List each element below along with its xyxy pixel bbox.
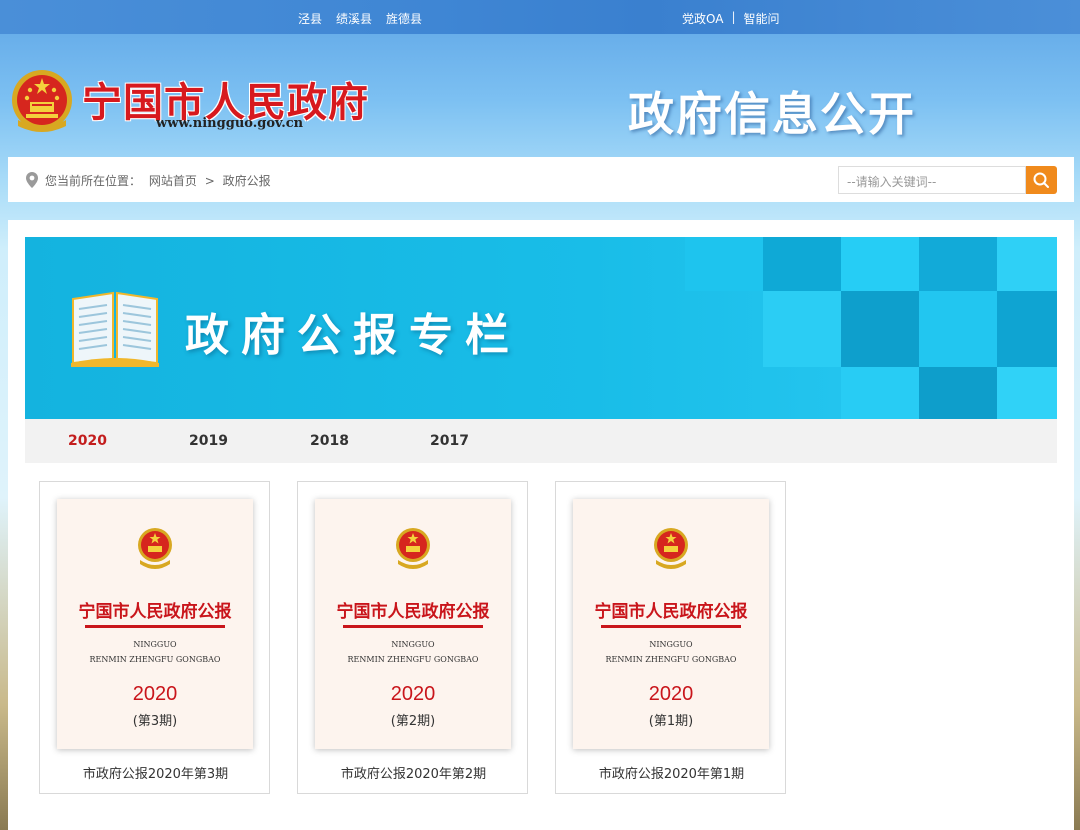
cover-divider	[601, 625, 741, 628]
bulletin-cover[interactable]: 宁国市人民政府公报 NINGGUO RENMIN ZHENGFU GONGBAO…	[573, 499, 769, 749]
banner-tile	[919, 237, 997, 291]
top-bar: 泾县 绩溪县 旌德县 党政OA | 智能问	[0, 0, 1080, 34]
bulletin-card[interactable]: 宁国市人民政府公报 NINGGUO RENMIN ZHENGFU GONGBAO…	[555, 481, 786, 794]
tab-2020[interactable]: 2020	[68, 433, 107, 449]
bulletin-card[interactable]: 宁国市人民政府公报 NINGGUO RENMIN ZHENGFU GONGBAO…	[39, 481, 270, 794]
county-link-jingxian[interactable]: 泾县	[298, 10, 322, 27]
breadcrumb-current[interactable]: 政府公报	[223, 174, 271, 188]
search-button[interactable]	[1026, 166, 1057, 194]
cover-english-line2: RENMIN ZHENGFU GONGBAO	[347, 655, 479, 664]
bulletin-cover[interactable]: 宁国市人民政府公报 NINGGUO RENMIN ZHENGFU GONGBAO…	[315, 499, 511, 749]
cover-english-line2: RENMIN ZHENGFU GONGBAO	[605, 655, 737, 664]
cover-english-line1: NINGGUO	[649, 640, 693, 649]
search-icon	[1033, 172, 1049, 188]
county-link-jingdexian[interactable]: 旌德县	[386, 10, 422, 27]
national-emblem-icon	[138, 528, 172, 569]
smart-qa-link[interactable]: 智能问	[744, 10, 780, 27]
national-emblem-icon	[12, 70, 72, 132]
cover-english-line1: NINGGUO	[391, 640, 435, 649]
cover-title: 宁国市人民政府公报	[336, 602, 490, 622]
tab-2017[interactable]: 2017	[430, 433, 469, 449]
open-book-icon	[71, 291, 159, 367]
banner-tile	[997, 291, 1057, 367]
banner-tile	[997, 237, 1057, 291]
county-links: 泾县 绩溪县 旌德县	[298, 10, 422, 27]
banner-tile	[763, 291, 841, 367]
banner-tile	[919, 291, 997, 367]
bulletin-banner: 政府公报专栏	[25, 237, 1057, 419]
top-link-separator: |	[731, 10, 736, 24]
national-emblem-icon	[654, 528, 688, 569]
card-caption-link[interactable]: 市政府公报2020年第2期	[298, 763, 529, 782]
year-tabs: 2020 2019 2018 2017	[25, 419, 1057, 463]
cover-divider	[85, 625, 225, 628]
banner-tile	[997, 367, 1057, 419]
banner-tile	[685, 237, 763, 291]
top-links: 党政OA | 智能问	[682, 10, 780, 27]
banner-tile	[841, 367, 919, 419]
main-panel: 政府公报专栏 2020 2019 2018 2017 宁国市人民政府公报 NIN…	[8, 220, 1074, 830]
bulletin-cover[interactable]: 宁国市人民政府公报 NINGGUO RENMIN ZHENGFU GONGBAO…	[57, 499, 253, 749]
breadcrumb-label: 您当前所在位置：	[45, 174, 142, 188]
section-title: 政府信息公开	[628, 87, 916, 141]
cover-issue: (第3期)	[132, 714, 178, 729]
cover-title: 宁国市人民政府公报	[594, 602, 748, 622]
cover-issue: (第1期)	[648, 714, 694, 729]
search-input[interactable]: --请输入关键词--	[838, 166, 1026, 194]
banner-tile	[919, 367, 997, 419]
location-bar: 您当前所在位置： 网站首页 > 政府公报 --请输入关键词--	[8, 157, 1074, 202]
card-caption-link[interactable]: 市政府公报2020年第1期	[556, 763, 787, 782]
breadcrumb-arrow: >	[204, 174, 215, 188]
breadcrumb: 您当前所在位置： 网站首页 > 政府公报	[45, 172, 275, 189]
bulletin-card[interactable]: 宁国市人民政府公报 NINGGUO RENMIN ZHENGFU GONGBAO…	[297, 481, 528, 794]
cover-year: 2020	[132, 683, 178, 705]
site-header: 宁国市人民政府 www.ningguo.gov.cn 政府信息公开	[0, 34, 1080, 156]
cover-issue: (第2期)	[390, 714, 436, 729]
breadcrumb-home[interactable]: 网站首页	[149, 174, 197, 188]
cover-divider	[343, 625, 483, 628]
banner-tile	[841, 291, 919, 367]
national-emblem-icon	[396, 528, 430, 569]
banner-tile	[841, 237, 919, 291]
cover-english-line2: RENMIN ZHENGFU GONGBAO	[89, 655, 221, 664]
cover-year: 2020	[390, 683, 436, 705]
tab-2019[interactable]: 2019	[189, 433, 228, 449]
cover-title: 宁国市人民政府公报	[78, 602, 232, 622]
site-url: www.ningguo.gov.cn	[156, 116, 304, 131]
banner-title: 政府公报专栏	[185, 310, 521, 361]
cover-english-line1: NINGGUO	[133, 640, 177, 649]
cover-year: 2020	[648, 683, 694, 705]
oa-link[interactable]: 党政OA	[682, 10, 723, 27]
location-pin-icon	[26, 172, 38, 188]
tab-2018[interactable]: 2018	[310, 433, 349, 449]
card-caption-link[interactable]: 市政府公报2020年第3期	[40, 763, 271, 782]
banner-tile	[763, 237, 841, 291]
county-link-jixixian[interactable]: 绩溪县	[336, 10, 372, 27]
